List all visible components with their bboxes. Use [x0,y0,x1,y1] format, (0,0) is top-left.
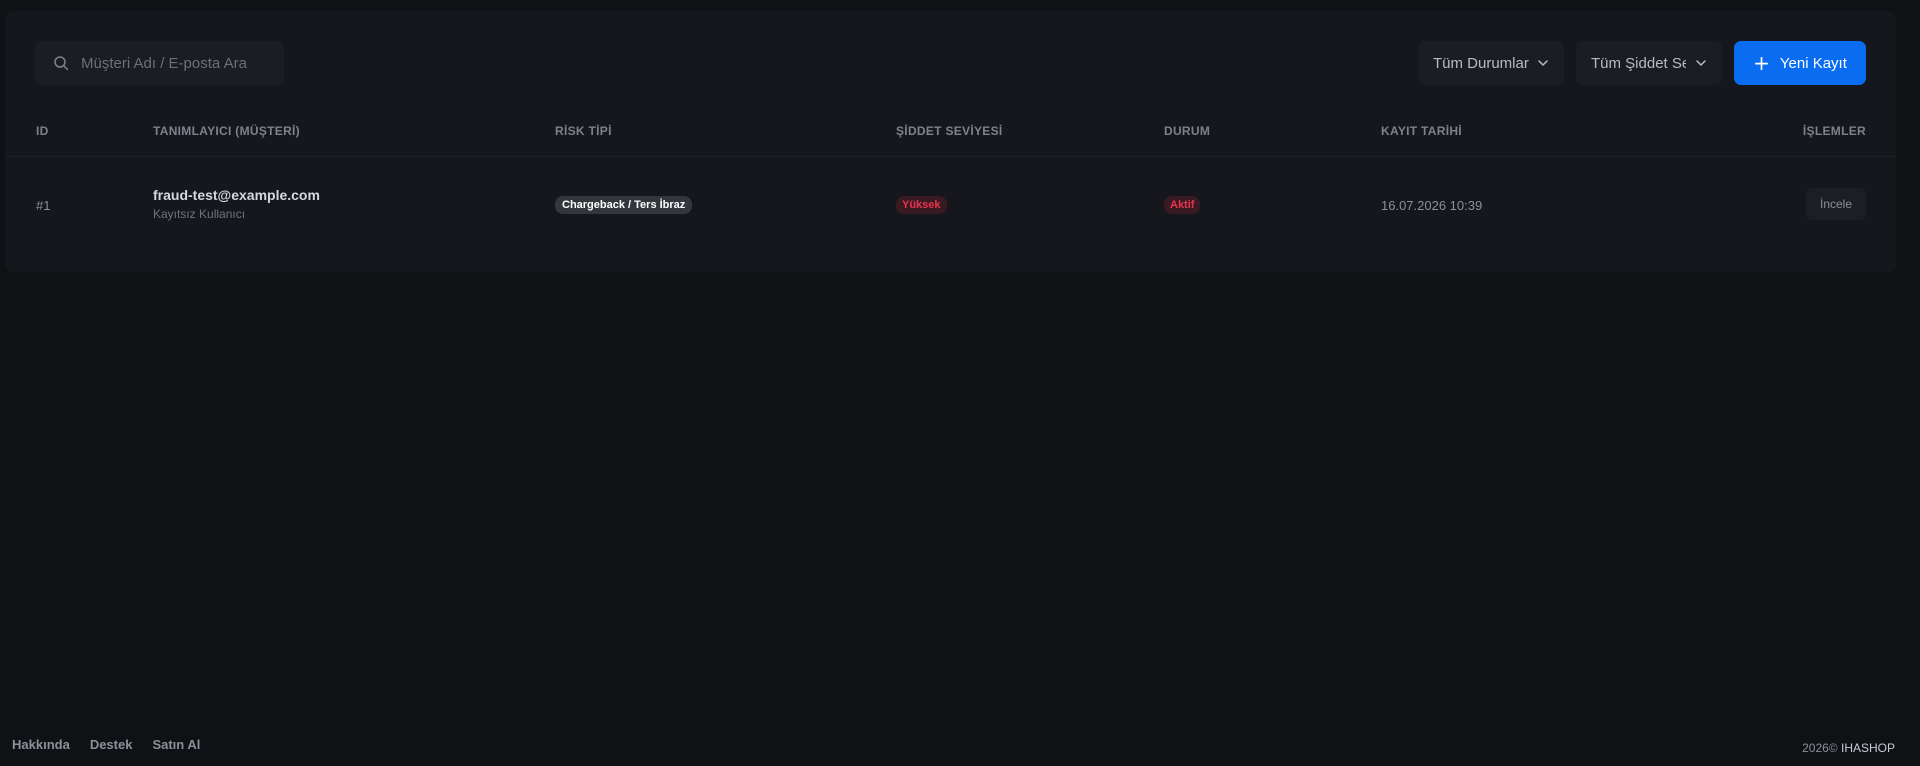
records-card: Tüm Durumlar Tüm Şiddet Seviyeleri + Yen… [5,11,1896,272]
chevron-down-icon [1536,56,1550,70]
header-status: DURUM [1164,124,1211,138]
copyright: 2026© IHASHOP [1802,741,1895,755]
severity-filter-select[interactable]: Tüm Şiddet Seviyeleri [1576,41,1722,85]
review-button-label: İncele [1819,197,1853,211]
footer-link-buy[interactable]: Satın Al [152,737,200,752]
header-actions: İŞLEMLER [1802,124,1866,138]
review-button[interactable]: İncele [1806,188,1866,220]
copyright-year: 2026© [1802,741,1838,755]
row-email: fraud-test@example.com [153,187,320,203]
severity-filter-label: Tüm Şiddet Seviyeleri [1591,54,1686,72]
header-severity: ŞİDDET SEVİYESİ [896,124,1003,138]
status-filter-select[interactable]: Tüm Durumlar [1418,41,1564,85]
row-user-type: Kayıtsız Kullanıcı [153,207,246,221]
toolbar: Tüm Durumlar Tüm Şiddet Seviyeleri + Yen… [35,41,1866,85]
search-box[interactable] [35,41,284,85]
new-record-button[interactable]: + Yeni Kayıt [1734,41,1866,85]
footer-link-support[interactable]: Destek [90,737,133,752]
search-input[interactable] [79,53,273,73]
header-risk-type: RİSK TİPİ [555,124,612,138]
filter-tools: Tüm Durumlar Tüm Şiddet Seviyeleri + Yen… [1418,41,1866,85]
new-record-label: Yeni Kayıt [1779,54,1847,72]
header-date: KAYIT TARİHİ [1381,124,1462,138]
status-badge: Aktif [1164,196,1201,214]
header-identifier: TANIMLAYICI (MÜŞTERİ) [153,124,300,138]
row-date: 16.07.2026 10:39 [1381,198,1483,213]
header-divider [5,156,1896,157]
header-id: ID [36,124,49,138]
risk-type-badge: Chargeback / Ters İbraz [555,196,693,214]
search-icon [53,55,69,71]
severity-badge: Yüksek [896,196,947,214]
chevron-down-icon [1694,56,1708,70]
row-id: #1 [36,198,51,213]
plus-icon: + [1753,51,1770,75]
table-row: #1 fraud-test@example.com Kayıtsız Kulla… [5,171,1896,237]
footer-link-about[interactable]: Hakkında [12,737,70,752]
brand-name[interactable]: IHASHOP [1841,741,1895,755]
row-identifier: fraud-test@example.com Kayıtsız Kullanıc… [153,187,320,221]
footer-links: Hakkında Destek Satın Al [12,737,220,752]
status-filter-label: Tüm Durumlar [1433,54,1529,72]
